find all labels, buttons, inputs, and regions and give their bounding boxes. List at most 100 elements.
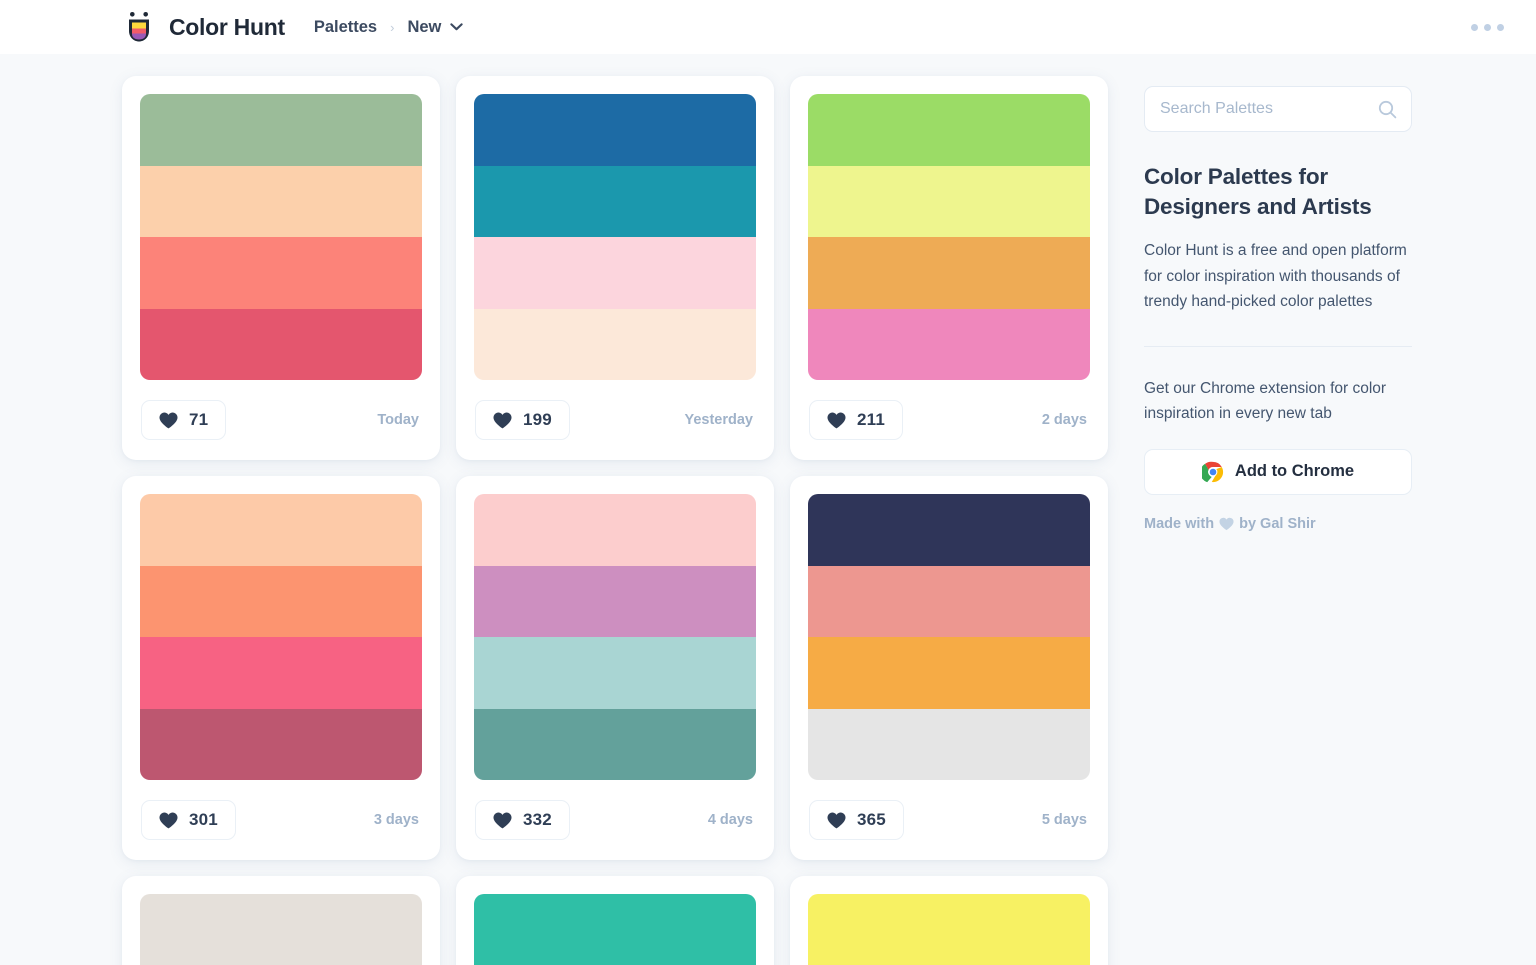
brand-name: Color Hunt [169,13,285,40]
palette-card-footer: 199 Yesterday [474,380,756,460]
breadcrumb: Palettes › New [314,18,464,37]
palette-swatch-1[interactable] [808,494,1090,566]
palette-grid-region: 71 Today 199 Yesterday 211 2 days 301 3 days 332… [0,76,1122,965]
palette-swatch-2[interactable] [808,165,1090,237]
like-count: 211 [857,410,886,429]
palette-card[interactable]: 332 4 days [456,476,774,860]
palette-card[interactable]: 365 5 days [790,476,1108,860]
palette-card-footer: 365 5 days [808,780,1090,860]
palette-swatch-3[interactable] [474,637,756,709]
palette-swatch-3[interactable] [140,637,422,709]
palette-card[interactable]: 301 3 days [122,476,440,860]
palette-swatch-1[interactable] [140,894,422,965]
palette-swatch-4[interactable] [140,308,422,380]
palette-swatches[interactable] [140,94,422,380]
palette-swatch-3[interactable] [474,237,756,309]
extension-promo-text: Get our Chrome extension for color inspi… [1144,379,1387,423]
more-dot-2 [1484,23,1491,31]
palette-swatch-3[interactable] [140,237,422,309]
app-header: Color Hunt Palettes › New [0,0,1536,54]
palette-swatch-1[interactable] [474,494,756,566]
palette-swatch-4[interactable] [474,308,756,380]
palette-swatch-2[interactable] [808,565,1090,637]
sidebar-divider [1144,345,1412,347]
palette-swatches[interactable] [474,894,756,965]
more-dot-1 [1471,23,1478,31]
page-title: Color Palettes for Designers and Artists [1144,164,1372,219]
palette-swatch-4[interactable] [808,708,1090,780]
search-icon[interactable] [1378,100,1397,119]
heart-icon [493,412,512,428]
palette-swatches[interactable] [474,494,756,780]
breadcrumb-sort-dropdown[interactable]: New [407,17,464,37]
palette-card[interactable]: 211 2 days [790,76,1108,460]
add-to-chrome-button[interactable]: Add to Chrome [1144,448,1412,495]
palette-swatches[interactable] [808,94,1090,380]
palette-card[interactable]: 199 Yesterday [456,76,774,460]
brand-logo-link[interactable]: Color Hunt [122,10,285,44]
like-count: 301 [189,810,218,829]
palette-swatches[interactable] [140,494,422,780]
palette-card[interactable] [456,876,774,965]
like-button[interactable]: 71 [141,400,227,440]
palette-swatch-2[interactable] [474,165,756,237]
palette-card[interactable] [122,876,440,965]
made-by-author[interactable]: by Gal Shir [1239,516,1316,532]
breadcrumb-palettes[interactable]: Palettes [314,18,377,37]
heart-icon [827,812,846,828]
palette-swatch-1[interactable] [808,894,1090,965]
palette-card-footer: 332 4 days [474,780,756,860]
palette-card-footer: 71 Today [140,380,422,460]
palette-swatch-3[interactable] [808,237,1090,309]
palette-swatch-1[interactable] [474,94,756,166]
heart-icon [1219,517,1234,530]
page-body: 71 Today 199 Yesterday 211 2 days 301 3 days 332… [0,54,1536,965]
palette-age: Today [377,412,419,428]
palette-card[interactable]: 71 Today [122,76,440,460]
palette-card[interactable] [790,876,1108,965]
heart-icon [159,412,178,428]
palette-swatch-3[interactable] [808,637,1090,709]
like-count: 71 [189,410,209,429]
palette-swatch-2[interactable] [474,565,756,637]
palette-swatch-4[interactable] [808,308,1090,380]
palette-swatches[interactable] [808,494,1090,780]
palette-swatch-4[interactable] [140,708,422,780]
palette-card-footer: 301 3 days [140,780,422,860]
palette-swatch-1[interactable] [140,494,422,566]
search-input[interactable] [1160,100,1378,118]
palette-swatches[interactable] [808,894,1090,965]
like-button[interactable]: 211 [809,400,904,440]
palette-swatch-1[interactable] [474,894,756,965]
breadcrumb-current-label: New [407,17,442,36]
palette-swatch-2[interactable] [140,165,422,237]
breadcrumb-separator: › [390,19,395,35]
palette-age: Yesterday [684,412,753,428]
palette-swatch-1[interactable] [808,94,1090,166]
palette-swatch-4[interactable] [474,708,756,780]
palette-swatches[interactable] [474,94,756,380]
like-button[interactable]: 365 [809,800,904,840]
palette-swatch-1[interactable] [140,94,422,166]
site-description: Color Hunt is a free and open platform f… [1144,242,1407,310]
palette-age: 5 days [1041,812,1087,828]
like-button[interactable]: 332 [475,800,570,840]
color-hunt-logo-icon [129,12,149,42]
heart-icon [159,812,178,828]
like-count: 365 [857,810,886,829]
palette-grid: 71 Today 199 Yesterday 211 2 days 301 3 days 332… [122,76,1122,965]
palette-age: 2 days [1041,412,1087,428]
search-box[interactable] [1144,86,1412,132]
chrome-icon [1201,461,1223,482]
like-button[interactable]: 301 [141,800,236,840]
like-count: 199 [523,410,552,429]
heart-icon [493,812,512,828]
palette-swatches[interactable] [140,894,422,965]
add-to-chrome-label: Add to Chrome [1234,462,1355,480]
made-by-credit: Made with by Gal Shir [1144,516,1536,532]
palette-swatch-2[interactable] [140,565,422,637]
more-options-button[interactable] [1463,14,1512,41]
like-button[interactable]: 199 [475,400,570,440]
made-with-label: Made with [1144,515,1215,532]
palette-card-footer: 211 2 days [808,380,1090,460]
